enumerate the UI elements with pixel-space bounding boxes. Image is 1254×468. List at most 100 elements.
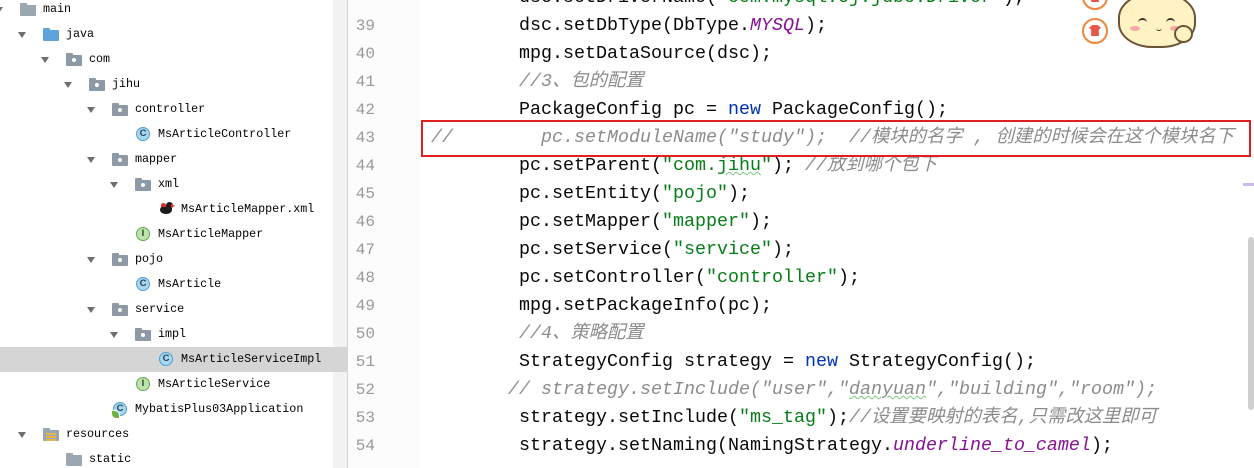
code-token: strategy.setNaming(NamingStrategy. bbox=[431, 435, 893, 456]
code-token: //设置要映射的表名,只需改这里即可 bbox=[848, 407, 1157, 428]
code-line[interactable]: pc.setEntity("pojo"); bbox=[431, 180, 750, 208]
mybatis-xml-icon bbox=[158, 202, 175, 217]
stripe-marker[interactable] bbox=[1243, 183, 1254, 186]
tree-item[interactable]: I MsArticleService bbox=[0, 372, 347, 397]
tree-item[interactable]: jihu bbox=[0, 72, 347, 97]
tree-item[interactable]: xml bbox=[0, 172, 347, 197]
tree-item[interactable]: C MsArticleController bbox=[0, 122, 347, 147]
code-token: pc.setEntity( bbox=[431, 183, 662, 204]
chevron-down-icon[interactable] bbox=[110, 182, 118, 188]
chevron-down-icon[interactable] bbox=[18, 32, 26, 38]
code-token: StrategyConfig(); bbox=[837, 351, 1036, 372]
source-folder-icon bbox=[43, 27, 59, 42]
package-icon bbox=[89, 77, 105, 92]
sticker-eye bbox=[1138, 18, 1147, 25]
tree-item[interactable]: C MsArticleServiceImpl bbox=[0, 347, 347, 372]
tree-item[interactable]: static bbox=[0, 447, 347, 468]
tree-item-label: jihu bbox=[112, 77, 141, 91]
spring-boot-class-icon: C bbox=[111, 402, 128, 419]
editor-scrollbar-thumb[interactable] bbox=[1248, 237, 1254, 410]
code-line[interactable]: //3、包的配置 bbox=[431, 68, 644, 96]
tree-item[interactable]: I MsArticleMapper bbox=[0, 222, 347, 247]
code-token: // strategy.setInclude("user"," bbox=[508, 379, 849, 400]
code-line[interactable]: strategy.setInclude("ms_tag");//设置要映射的表名… bbox=[431, 404, 1157, 432]
package-icon bbox=[112, 302, 128, 317]
code-line[interactable]: strategy.setNaming(NamingStrategy.underl… bbox=[431, 432, 1113, 460]
chevron-down-icon[interactable] bbox=[64, 82, 72, 88]
spring-leaf-icon bbox=[111, 410, 120, 419]
resource-stripe bbox=[46, 433, 56, 435]
tree-item-label: mapper bbox=[135, 152, 178, 166]
tree-item[interactable]: mapper bbox=[0, 147, 347, 172]
chevron-down-icon[interactable] bbox=[87, 107, 95, 113]
code-token: pc.setMapper( bbox=[431, 211, 662, 232]
code-line[interactable]: //4、策略配置 bbox=[431, 320, 644, 348]
chevron-down-icon[interactable] bbox=[110, 332, 118, 338]
code-token: ); bbox=[1090, 435, 1113, 456]
code-token: "com.mysql.cj.jdbc.Driver" bbox=[717, 0, 1003, 8]
code-line[interactable]: // strategy.setInclude("user","danyuan",… bbox=[431, 376, 1157, 404]
package-icon bbox=[66, 52, 82, 67]
code-token: ); bbox=[826, 407, 849, 428]
code-token: "service" bbox=[672, 239, 772, 260]
tree-item[interactable]: service bbox=[0, 297, 347, 322]
code-line[interactable]: dsc.setDriverName("com.mysql.cj.jdbc.Dri… bbox=[431, 0, 1025, 12]
tree-item[interactable]: C MsArticle bbox=[0, 272, 347, 297]
tree-item-label: MybatisPlus03Application bbox=[135, 402, 304, 416]
tree-item-label: MsArticleMapper.xml bbox=[181, 202, 315, 216]
code-token: danyuan bbox=[848, 379, 926, 400]
tree-item[interactable]: impl bbox=[0, 322, 347, 347]
chevron-down-icon[interactable] bbox=[18, 432, 26, 438]
tree-item[interactable]: com bbox=[0, 47, 347, 72]
tree-item[interactable]: controller bbox=[0, 97, 347, 122]
code-line[interactable]: pc.setController("controller"); bbox=[431, 264, 860, 292]
code-token: new bbox=[804, 351, 838, 372]
sticker-blush bbox=[1130, 26, 1140, 31]
tree-item[interactable]: pojo bbox=[0, 247, 347, 272]
tree-item-label: MsArticleService bbox=[158, 377, 271, 391]
project-tree-panel: main java com jihu controller C MsArticleContr… bbox=[0, 0, 348, 468]
code-line[interactable]: StrategyConfig strategy = new StrategyCo… bbox=[431, 348, 1036, 376]
chevron-down-icon[interactable] bbox=[87, 257, 95, 263]
code-line[interactable]: mpg.setDataSource(dsc); bbox=[431, 40, 772, 68]
tree-item[interactable]: main bbox=[0, 0, 347, 22]
highlight-box bbox=[421, 120, 1251, 157]
tree-item[interactable]: java bbox=[0, 22, 347, 47]
chevron-down-icon[interactable] bbox=[0, 7, 3, 13]
resources-folder-icon bbox=[43, 427, 59, 442]
tree-item-label: MsArticleMapper bbox=[158, 227, 264, 241]
chevron-down-icon[interactable] bbox=[87, 157, 95, 163]
code-line[interactable]: mpg.setPackageInfo(pc); bbox=[431, 292, 772, 320]
code-line[interactable]: pc.setService("service"); bbox=[431, 236, 794, 264]
code-token: //放到哪个包下 bbox=[804, 155, 937, 176]
package-icon bbox=[135, 177, 151, 192]
code-token: "pojo" bbox=[661, 183, 728, 204]
tree-item[interactable]: C MybatisPlus03Application bbox=[0, 397, 347, 422]
tree-item[interactable]: resources bbox=[0, 422, 347, 447]
code-token: new bbox=[727, 99, 761, 120]
sticker-paw bbox=[1174, 25, 1193, 43]
tree-item-label: resources bbox=[66, 427, 130, 441]
project-tree: main java com jihu controller C MsArticleContr… bbox=[0, 0, 347, 468]
code-area[interactable]: dsc.setDriverName("com.mysql.cj.jdbc.Dri… bbox=[348, 0, 1254, 468]
chevron-down-icon[interactable] bbox=[87, 307, 95, 313]
package-dot bbox=[72, 58, 76, 62]
tree-item-label: static bbox=[89, 452, 132, 466]
code-line[interactable]: dsc.setDbType(DbType.MYSQL); bbox=[431, 12, 827, 40]
tree-item-label: controller bbox=[135, 102, 206, 116]
editor-error-stripe[interactable] bbox=[1243, 0, 1254, 468]
chevron-down-icon[interactable] bbox=[41, 57, 49, 63]
code-token: ); bbox=[771, 155, 805, 176]
code-token: ); bbox=[804, 15, 827, 36]
package-icon bbox=[112, 102, 128, 117]
tree-item[interactable]: MsArticleMapper.xml bbox=[0, 197, 347, 222]
class-icon: C bbox=[158, 352, 174, 367]
code-token: pc.setService( bbox=[431, 239, 673, 260]
code-token: "ms_tag" bbox=[738, 407, 827, 428]
code-editor[interactable]: 39 40 41 42 43 44 45 46 47 48 49 50 51 52 53 54 dsc.set… bbox=[348, 0, 1254, 468]
code-token: PackageConfig pc = bbox=[431, 99, 728, 120]
code-line[interactable]: pc.setMapper("mapper"); bbox=[431, 208, 772, 236]
code-token: mpg.setPackageInfo(pc); bbox=[431, 295, 772, 316]
folder-body bbox=[43, 30, 59, 41]
